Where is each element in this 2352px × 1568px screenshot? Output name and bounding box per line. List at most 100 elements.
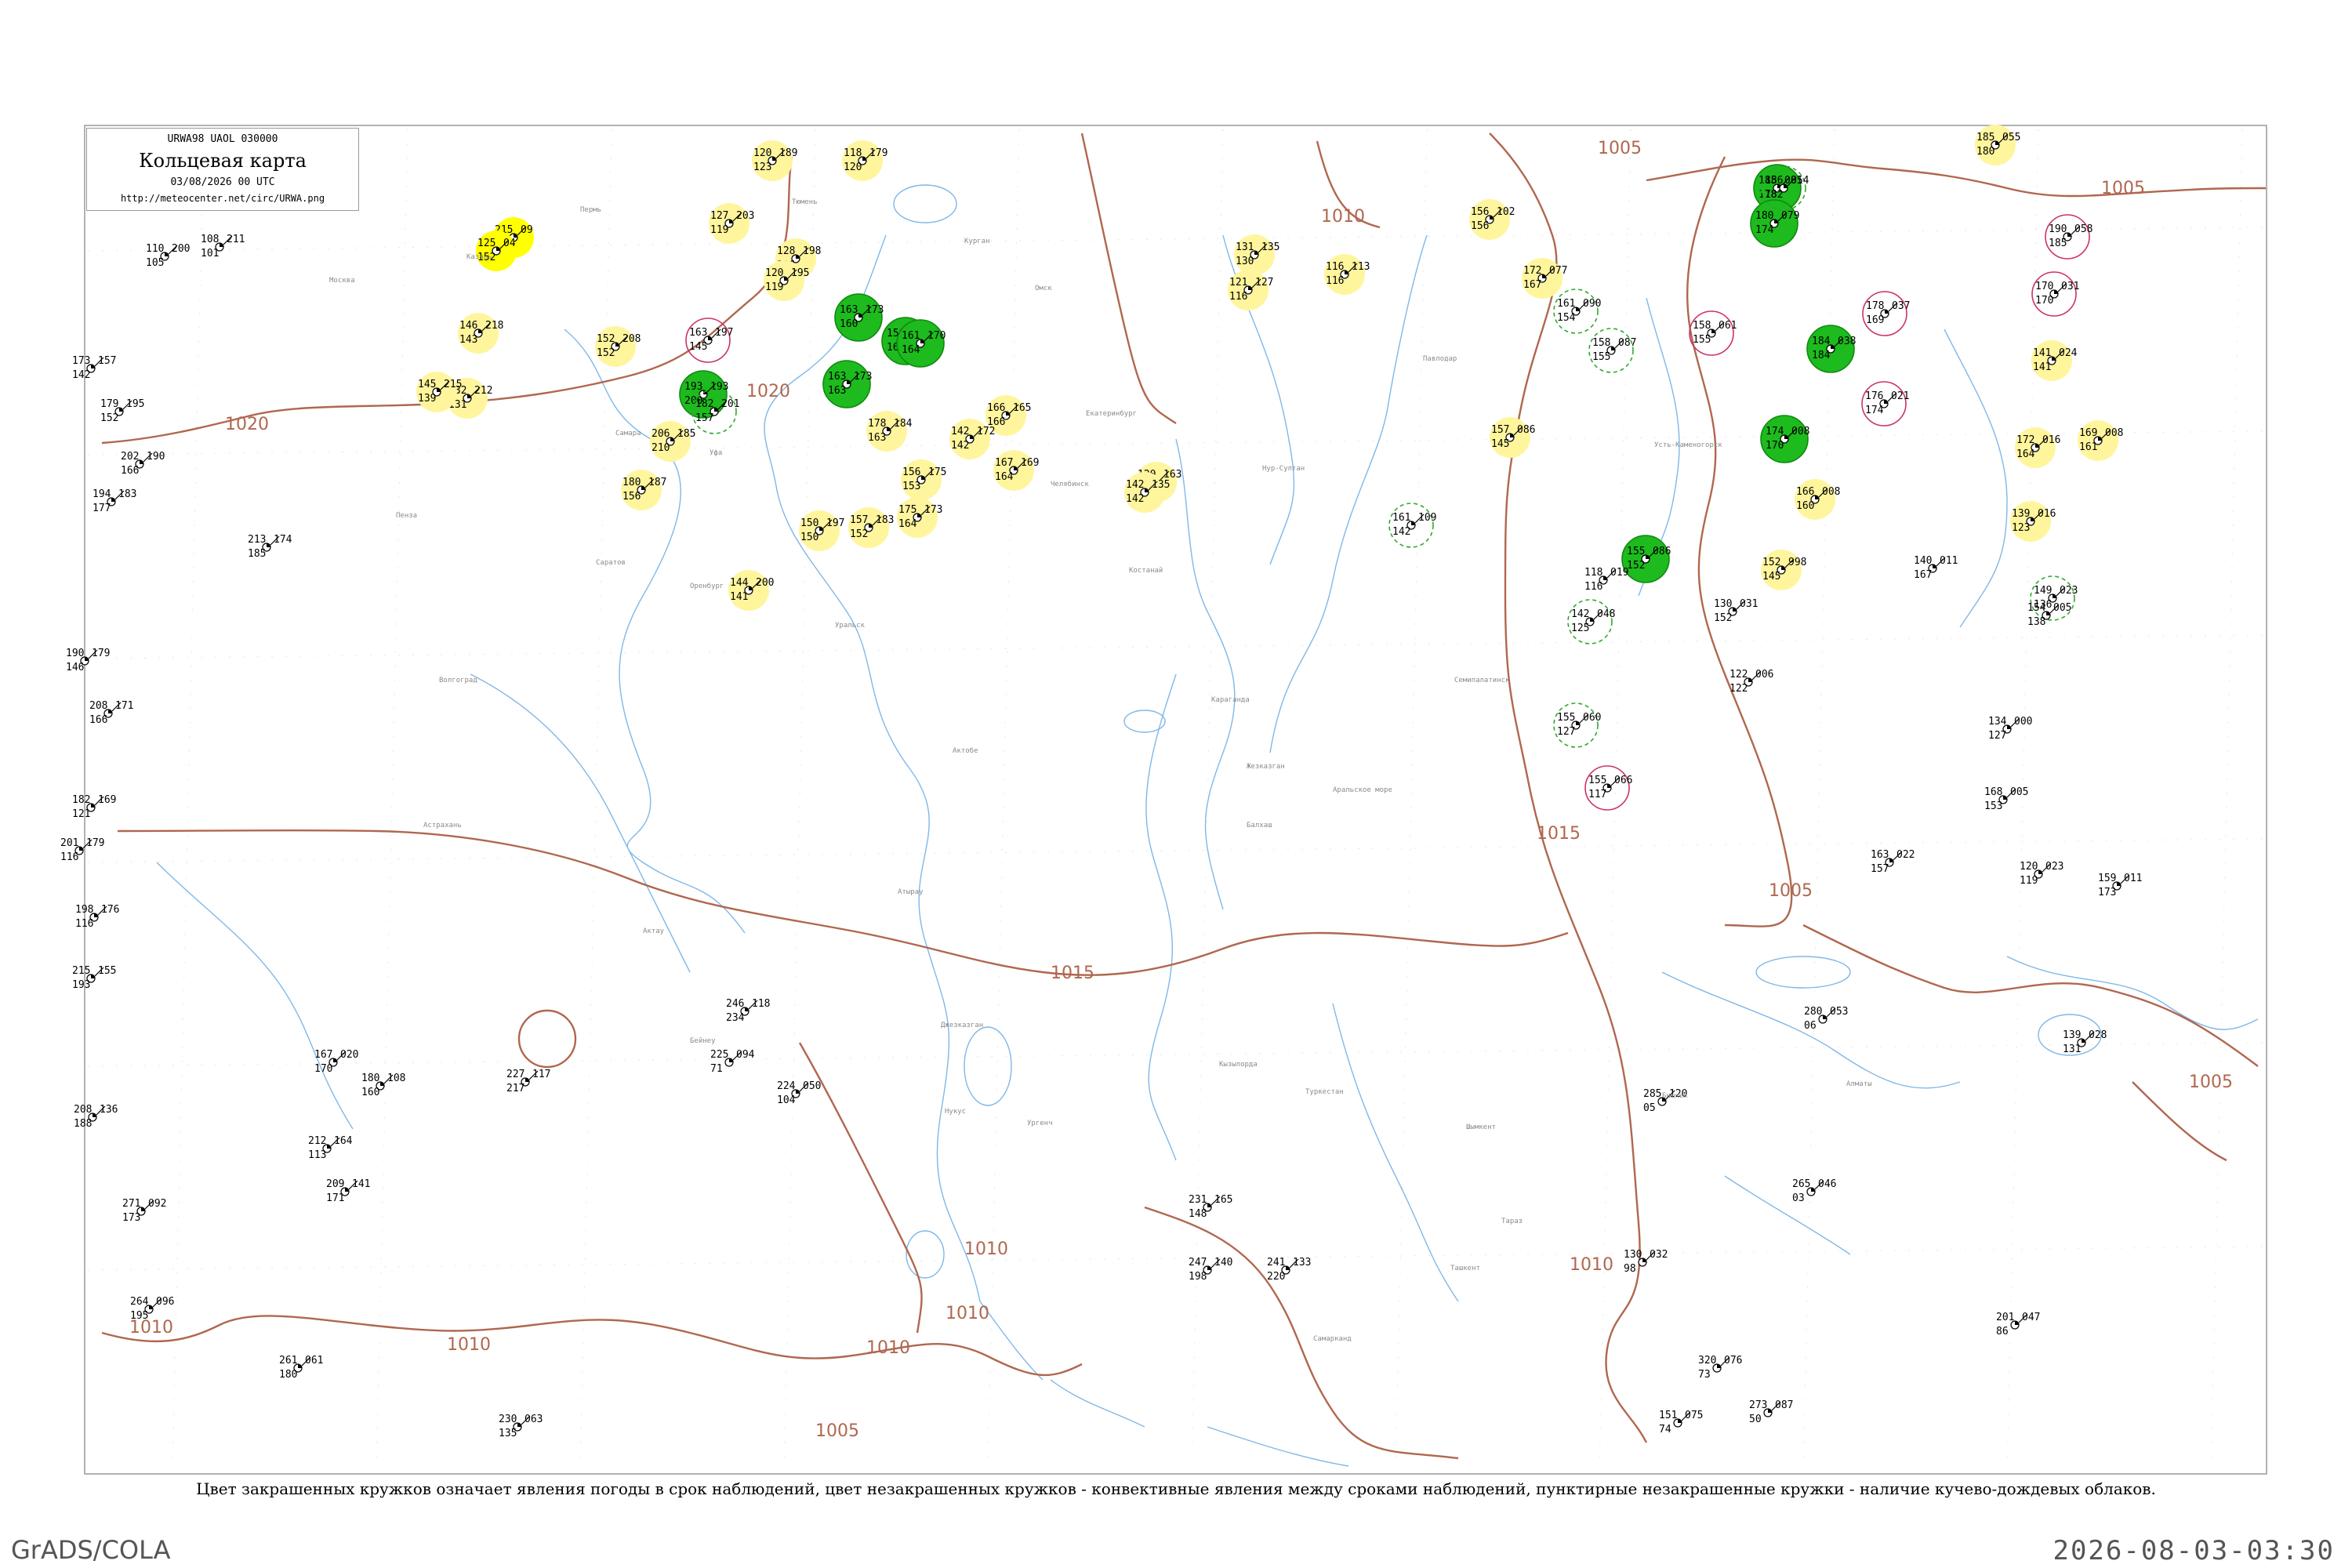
city-label: Бишкек bbox=[1662, 1092, 1688, 1100]
station-dewpoint: 166 bbox=[121, 465, 139, 477]
station-dewpoint: 116 bbox=[1584, 581, 1602, 593]
station-pressure: 264 bbox=[130, 1296, 149, 1308]
station-dewpoint: 123 bbox=[753, 162, 771, 173]
station-tendency: 096 bbox=[156, 1296, 174, 1308]
station-pressure: 172 bbox=[2016, 434, 2034, 446]
isobar-label: 1020 bbox=[225, 415, 269, 434]
station-tendency: 174 bbox=[274, 534, 292, 546]
station-pressure: 116 bbox=[1326, 261, 1344, 273]
station-pressure: 161 bbox=[902, 330, 920, 342]
render-timestamp: 2026-08-03-03:30 bbox=[2053, 1535, 2335, 1566]
city-label: Костанай bbox=[1129, 567, 1163, 575]
station-pressure: 186 bbox=[1765, 175, 1783, 187]
station-tendency: 208 bbox=[622, 333, 641, 345]
station-pressure: 130 bbox=[1714, 598, 1732, 610]
station-dewpoint: 188 bbox=[74, 1118, 92, 1130]
station-pressure: 265 bbox=[1792, 1178, 1810, 1190]
station-dewpoint: 164 bbox=[898, 518, 917, 530]
station-pressure: 215 bbox=[72, 965, 90, 977]
station-dewpoint: 130 bbox=[1236, 256, 1254, 267]
city-label: Оренбург bbox=[690, 582, 724, 590]
map-caption: Цвет закрашенных кружков означает явлени… bbox=[196, 1479, 2156, 1498]
station-pressure: 194 bbox=[93, 488, 111, 500]
city-label: Кызылорда bbox=[1219, 1061, 1258, 1069]
source-url[interactable]: http://meteocenter.net/circ/URWA.png bbox=[87, 193, 358, 204]
station-dewpoint: 182 bbox=[1765, 189, 1783, 201]
station-pressure: 158 bbox=[1693, 320, 1711, 332]
station-pressure: 175 bbox=[898, 504, 916, 516]
station-pressure: 130 bbox=[1624, 1249, 1642, 1261]
station-dewpoint: 03 bbox=[1792, 1192, 1805, 1204]
station-tendency: 066 bbox=[1614, 775, 1632, 786]
station-tendency: 022 bbox=[1896, 849, 1915, 861]
station-dewpoint: 210 bbox=[652, 442, 670, 454]
isobar-label: 1020 bbox=[746, 382, 790, 401]
station-dewpoint: 127 bbox=[1988, 730, 2006, 742]
station-tendency: 046 bbox=[1818, 1178, 1836, 1190]
station-tendency: 031 bbox=[1740, 598, 1758, 610]
station-tendency: 175 bbox=[928, 466, 946, 478]
station-tendency: 077 bbox=[1549, 265, 1567, 277]
station-pressure: 141 bbox=[2033, 347, 2051, 359]
station-tendency: 023 bbox=[2045, 861, 2063, 873]
station-dewpoint: 152 bbox=[1714, 612, 1732, 624]
station-dewpoint: 170 bbox=[2035, 295, 2053, 307]
station-pressure: 285 bbox=[1643, 1088, 1661, 1100]
station-pressure: 180 bbox=[361, 1073, 379, 1084]
station-tendency: 141 bbox=[352, 1178, 370, 1190]
station-dewpoint: 142 bbox=[951, 440, 969, 452]
station-tendency: 031 bbox=[2061, 281, 2079, 292]
station-tendency: 076 bbox=[1724, 1355, 1742, 1367]
isobar-label: 1005 bbox=[815, 1421, 859, 1441]
station-pressure: 225 bbox=[710, 1049, 728, 1061]
station-tendency: 135 bbox=[1261, 241, 1279, 253]
station-dewpoint: 116 bbox=[1326, 275, 1344, 287]
station-tendency: 169 bbox=[98, 794, 116, 806]
station-pressure: 142 bbox=[1126, 479, 1144, 491]
city-label: Челябинск bbox=[1051, 480, 1089, 488]
city-label: Алматы bbox=[1846, 1080, 1872, 1088]
station-tendency: 203 bbox=[736, 210, 754, 222]
station-dewpoint: 164 bbox=[995, 471, 1014, 483]
station-pressure: 271 bbox=[122, 1198, 140, 1210]
station-pressure: 122 bbox=[1730, 669, 1748, 681]
station-pressure: 157 bbox=[850, 514, 868, 526]
observation-date: 03/08/2026 00 UTC bbox=[170, 176, 275, 188]
station-pressure: 241 bbox=[1267, 1257, 1285, 1269]
station-dewpoint: 180 bbox=[1976, 146, 1994, 158]
station-tendency: 164 bbox=[334, 1135, 353, 1147]
station-pressure: 155 bbox=[1557, 712, 1575, 724]
station-tendency: 169 bbox=[1021, 457, 1039, 469]
city-label: Павлодар bbox=[1423, 355, 1457, 363]
station-tendency: 127 bbox=[1255, 277, 1273, 289]
isobar-label: 1005 bbox=[1769, 881, 1813, 901]
station-tendency: 185 bbox=[677, 428, 695, 440]
station-tendency: 193 bbox=[710, 381, 728, 393]
station-tendency: 133 bbox=[1293, 1257, 1311, 1269]
station-tendency: 032 bbox=[1650, 1249, 1668, 1261]
station-pressure: 169 bbox=[2079, 427, 2097, 439]
city-label: Актау bbox=[643, 927, 665, 935]
station-dewpoint: 156 bbox=[622, 491, 641, 503]
station-pressure: 206 bbox=[652, 428, 670, 440]
city-label: Караганда bbox=[1211, 696, 1250, 704]
station-plot[interactable]: 125 04152 bbox=[476, 230, 517, 271]
station-tendency: 079 bbox=[1781, 210, 1799, 222]
station-pressure: 159 bbox=[2098, 873, 2116, 884]
station-tendency: 189 bbox=[779, 147, 797, 159]
station-pressure: 146 bbox=[459, 320, 477, 332]
isobar-label: 1010 bbox=[1321, 207, 1365, 227]
station-tendency: 198 bbox=[803, 245, 821, 257]
city-label: Нукус bbox=[945, 1108, 966, 1116]
station-pressure: 145 bbox=[418, 379, 436, 390]
station-dewpoint: 164 bbox=[2016, 448, 2035, 460]
station-pressure: 178 bbox=[868, 418, 886, 430]
station-dewpoint: 167 bbox=[1914, 569, 1932, 581]
station-pressure: 201 bbox=[1996, 1312, 2014, 1323]
station-pressure: 231 bbox=[1189, 1194, 1207, 1206]
station-tendency: 061 bbox=[305, 1355, 323, 1367]
station-tendency: 028 bbox=[2089, 1029, 2107, 1041]
station-tendency: 102 bbox=[1497, 206, 1515, 218]
station-tendency: 063 bbox=[524, 1414, 543, 1425]
bulletin-code: URWA98 UAOL 030000 bbox=[167, 133, 278, 145]
